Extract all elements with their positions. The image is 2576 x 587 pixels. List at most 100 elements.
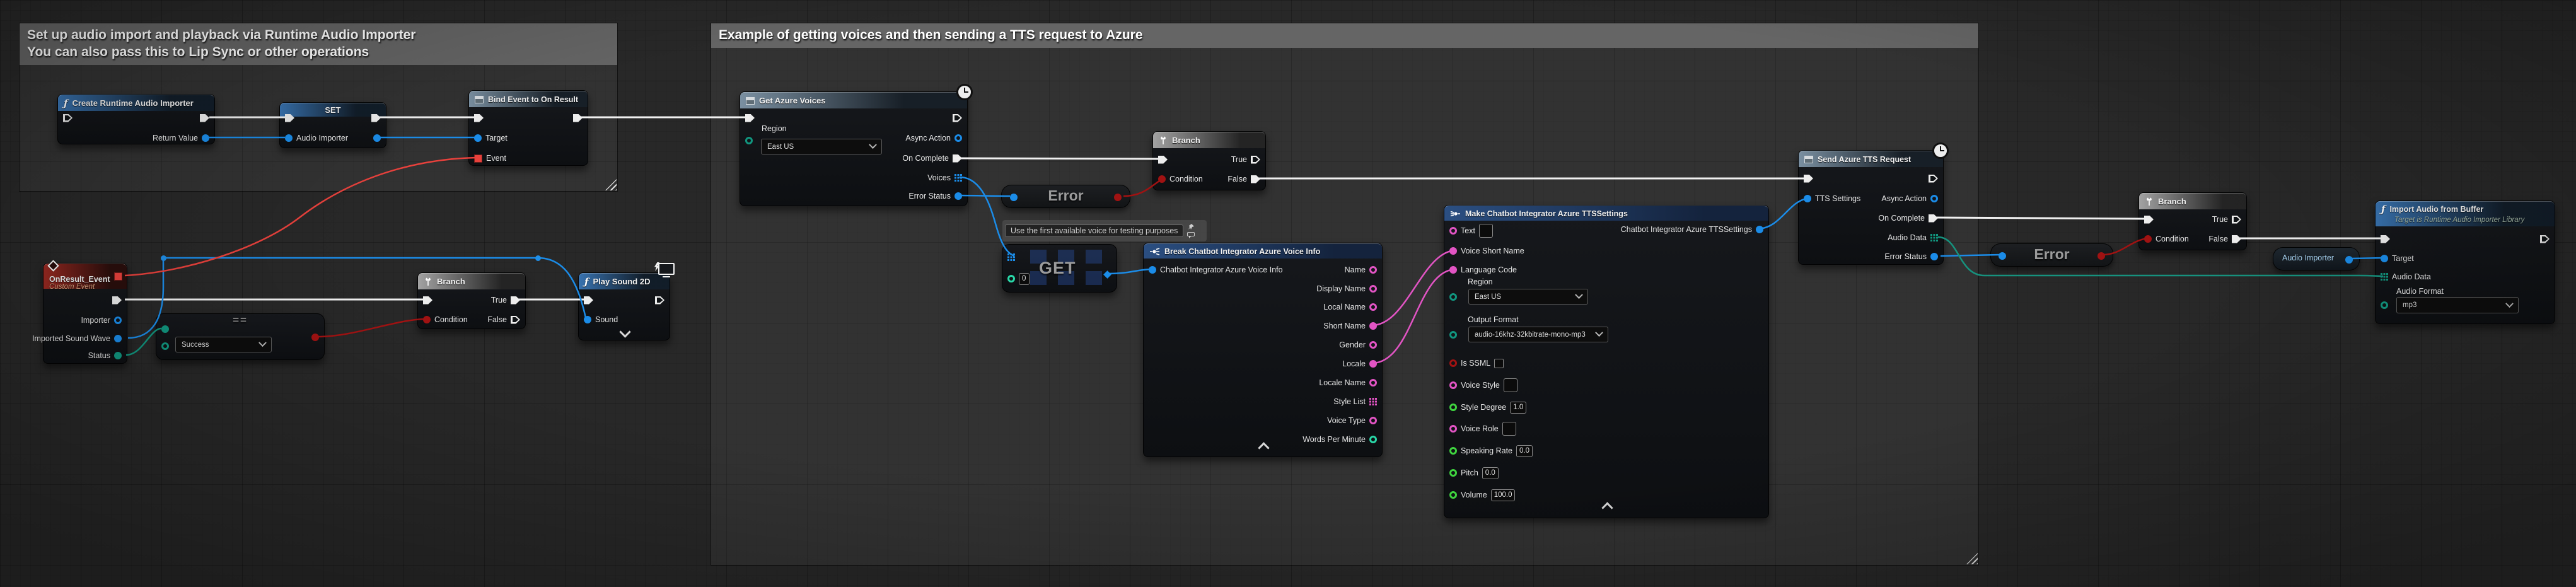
node-branch-1[interactable]: Branch True Condition False — [417, 272, 526, 329]
node-error-1[interactable]: Error — [1001, 185, 1130, 208]
exec-in-pin[interactable] — [285, 114, 294, 122]
node-comment-bubble[interactable]: Use the first available voice for testin… — [1002, 220, 1207, 241]
exec-in-pin[interactable] — [474, 114, 484, 122]
is-ssml-pin[interactable] — [1449, 359, 1457, 367]
collapse-chevron-icon[interactable] — [1601, 502, 1613, 513]
on-complete-exec-pin[interactable] — [953, 154, 962, 163]
equal-result-pin[interactable] — [311, 334, 319, 341]
true-exec-pin[interactable] — [1251, 156, 1260, 164]
volume-value-box[interactable]: 100.0 — [1491, 489, 1516, 501]
pitch-value-box[interactable]: 0.0 — [1482, 467, 1499, 479]
error-output-pin[interactable] — [2097, 252, 2105, 260]
audio-format-dropdown[interactable]: mp3 — [2396, 297, 2519, 313]
region-dropdown[interactable]: East US — [761, 139, 882, 154]
audio-format-pin[interactable] — [2381, 301, 2388, 309]
delegate-out-pin[interactable] — [114, 272, 122, 281]
gender-pin[interactable] — [1369, 341, 1377, 349]
node-get-audio-importer-variable[interactable]: Audio Importer — [2273, 247, 2360, 270]
region-pin[interactable] — [745, 137, 753, 144]
node-header[interactable]: ƒ Create Runtime Audio Importer — [58, 95, 214, 111]
comment-header[interactable]: Example of getting voices and then sendi… — [711, 23, 1978, 48]
index-pin[interactable] — [1007, 275, 1015, 282]
on-complete-exec-pin[interactable] — [1929, 214, 1938, 223]
language-code-pin[interactable] — [1449, 266, 1457, 274]
text-pin[interactable] — [1449, 227, 1457, 235]
status-pin[interactable] — [114, 352, 122, 359]
sound-pin[interactable] — [584, 316, 591, 323]
condition-pin[interactable] — [1158, 175, 1166, 183]
volume-pin[interactable] — [1449, 491, 1457, 499]
node-array-get[interactable]: 0 GET — [1002, 244, 1117, 293]
blueprint-graph-canvas[interactable]: Set up audio import and playback via Run… — [0, 0, 2576, 587]
node-import-audio-from-buffer[interactable]: ƒ Import Audio from Buffer Target is Run… — [2375, 201, 2555, 324]
short-name-pin[interactable] — [1369, 322, 1377, 330]
node-header[interactable]: Bind Event to On Result — [469, 91, 588, 107]
voice-style-pin[interactable] — [1449, 381, 1457, 389]
node-branch-2[interactable]: Branch True Condition False — [1152, 131, 1266, 190]
audio-data-array-pin[interactable] — [2381, 273, 2388, 281]
node-header[interactable]: Get Azure Voices — [740, 92, 967, 108]
exec-out-pin[interactable] — [371, 114, 381, 122]
display-name-pin[interactable] — [1369, 285, 1377, 293]
locale-pin[interactable] — [1369, 360, 1377, 368]
struct-out-pin[interactable] — [1756, 226, 1763, 233]
false-exec-pin[interactable] — [1251, 175, 1260, 183]
text-input-box[interactable] — [1479, 224, 1493, 238]
node-send-azure-tts-request[interactable]: Send Azure TTS Request TTS Settings Asyn… — [1798, 150, 1944, 265]
node-header[interactable]: SET — [280, 103, 386, 117]
speaking-rate-value-box[interactable]: 0.0 — [1516, 445, 1533, 457]
exec-in-pin[interactable] — [584, 296, 593, 305]
node-branch-3[interactable]: Branch True Condition False — [2138, 192, 2247, 250]
voice-short-name-pin[interactable] — [1449, 247, 1457, 255]
audio-importer-out-pin[interactable] — [373, 134, 381, 142]
condition-pin[interactable] — [423, 316, 431, 323]
reroute-dot[interactable] — [535, 255, 541, 261]
false-exec-pin[interactable] — [2232, 235, 2241, 243]
exec-in-pin[interactable] — [2144, 216, 2154, 224]
exec-out-pin[interactable] — [655, 296, 664, 305]
locale-name-pin[interactable] — [1369, 379, 1377, 386]
voice-role-pin[interactable] — [1449, 425, 1457, 433]
exec-in-pin[interactable] — [1158, 156, 1168, 164]
voice-role-input-box[interactable] — [1502, 422, 1516, 436]
true-exec-pin[interactable] — [511, 296, 520, 305]
style-degree-pin[interactable] — [1449, 404, 1457, 411]
voice-style-input-box[interactable] — [1504, 378, 1517, 392]
exec-in-pin[interactable] — [423, 296, 432, 305]
node-header[interactable]: Make Chatbot Integrator Azure TTSSetting… — [1444, 206, 1768, 221]
output-format-dropdown[interactable]: audio-16khz-32kbitrate-mono-mp3 — [1468, 327, 1608, 342]
struct-in-pin[interactable] — [1149, 266, 1156, 274]
pushpin-icon[interactable] — [1187, 223, 1195, 231]
node-header[interactable]: Branch — [1153, 132, 1265, 148]
target-pin[interactable] — [474, 134, 482, 142]
audio-importer-in-pin[interactable] — [285, 134, 293, 142]
imported-sound-wave-pin[interactable] — [114, 335, 122, 342]
node-play-sound-2d[interactable]: ƒ Play Sound 2D Sound — [578, 272, 670, 340]
node-create-runtime-audio-importer[interactable]: ƒ Create Runtime Audio Importer Return V… — [57, 94, 215, 144]
collapse-chevron-icon[interactable] — [619, 326, 630, 337]
array-in-pin[interactable] — [1007, 253, 1015, 261]
tts-settings-pin[interactable] — [1804, 195, 1811, 202]
node-error-2[interactable]: Error — [1990, 243, 2113, 267]
variable-out-pin[interactable] — [2345, 256, 2353, 264]
is-ssml-checkbox[interactable] — [1494, 359, 1504, 368]
error-status-pin[interactable] — [1930, 253, 1938, 260]
local-name-pin[interactable] — [1369, 303, 1377, 311]
equal-input-a-pin[interactable] — [161, 325, 169, 333]
style-list-array-pin[interactable] — [1369, 398, 1377, 405]
importer-pin[interactable] — [114, 317, 122, 324]
true-exec-pin[interactable] — [2232, 216, 2241, 224]
error-status-pin[interactable] — [954, 192, 962, 200]
exec-in-pin[interactable] — [63, 114, 73, 122]
region-dropdown[interactable]: East US — [1468, 289, 1588, 305]
node-header[interactable]: Break Chatbot Integrator Azure Voice Inf… — [1144, 243, 1382, 259]
node-set-audio-importer[interactable]: SET Audio Importer — [279, 102, 386, 148]
index-value-box[interactable]: 0 — [1019, 273, 1030, 285]
style-degree-value-box[interactable]: 1.0 — [1510, 402, 1526, 414]
exec-out-pin[interactable] — [1929, 175, 1938, 183]
exec-out-pin[interactable] — [573, 114, 583, 122]
node-header[interactable]: ƒ Import Audio from Buffer Target is Run… — [2376, 201, 2555, 226]
collapse-chevron-icon[interactable] — [1258, 442, 1269, 453]
exec-out-pin[interactable] — [200, 114, 209, 122]
reroute-dot[interactable] — [161, 255, 166, 261]
